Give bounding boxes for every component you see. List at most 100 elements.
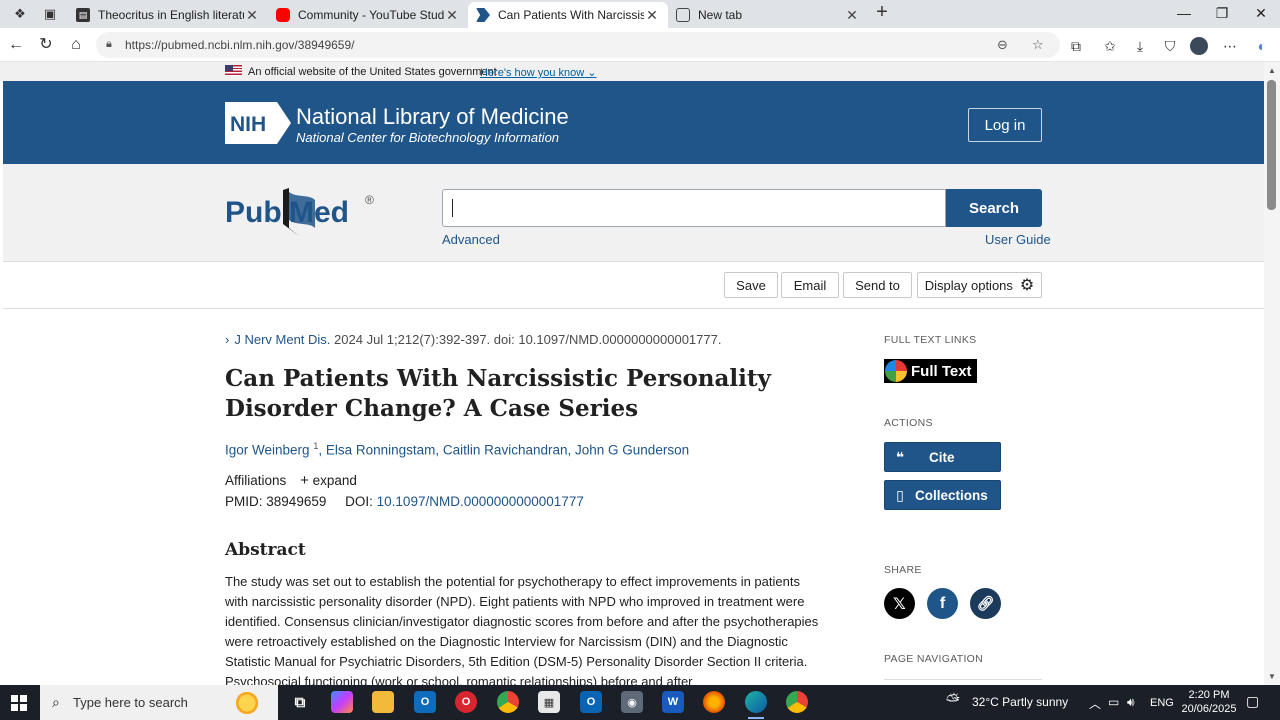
full-text-link-button[interactable]: Full Text	[884, 359, 977, 383]
word-icon[interactable]: W	[662, 691, 684, 713]
gear-icon: ⚙	[1019, 277, 1035, 294]
tab-youtube-studio[interactable]: Community - YouTube Studio ✕	[268, 2, 468, 28]
taskbar-search-box[interactable]: ⌕ Type here to search	[40, 685, 278, 720]
outlook-icon[interactable]: O	[414, 691, 436, 713]
us-flag-icon	[225, 65, 242, 76]
youtube-icon	[276, 8, 290, 22]
firefox-icon[interactable]	[703, 691, 725, 713]
downloads-icon[interactable]: ⤓	[1130, 36, 1150, 56]
lock-icon[interactable]: 🔒︎	[106, 38, 112, 51]
article-title: Can Patients With Narcissistic Personali…	[225, 365, 771, 422]
newtab-icon	[676, 8, 690, 22]
author-list: Igor Weinberg 1, Elsa Ronningstam, Caitl…	[225, 441, 690, 458]
close-window-icon[interactable]: ✕	[1251, 4, 1271, 24]
author-link[interactable]: Caitlin Ravichandran	[443, 443, 568, 458]
favorite-star-icon[interactable]: ☆	[1032, 37, 1044, 53]
author-link[interactable]: Elsa Ronningstam	[326, 443, 436, 458]
nih-logo-icon[interactable]: NIH	[225, 102, 291, 144]
svg-text:NIH: NIH	[230, 113, 266, 136]
author-link[interactable]: Igor Weinberg	[225, 443, 310, 458]
search-button[interactable]: Search	[946, 189, 1042, 227]
facebook-share-icon[interactable]: f	[927, 588, 958, 619]
minimize-icon[interactable]: —	[1174, 4, 1194, 24]
text-caret	[452, 199, 453, 217]
notifications-icon[interactable]: ▢	[1246, 693, 1259, 710]
close-tab-icon[interactable]: ✕	[444, 7, 460, 24]
page-scrollbar[interactable]: ▲ ▼	[1264, 62, 1280, 685]
expand-affiliations-button[interactable]: + expand	[290, 472, 357, 489]
close-tab-icon[interactable]: ✕	[644, 7, 660, 24]
refresh-icon[interactable]: ↻	[37, 36, 55, 54]
svg-text:Pub: Pub	[225, 196, 282, 229]
save-button[interactable]: Save	[724, 272, 778, 298]
active-app-indicator	[748, 717, 764, 719]
more-tools-icon[interactable]: ⊖	[997, 37, 1008, 53]
scroll-down-icon[interactable]: ▼	[1268, 672, 1276, 681]
edge-icon[interactable]	[745, 691, 767, 713]
browser-essentials-icon[interactable]: ⛉	[1160, 36, 1180, 56]
tab-pubmed-article[interactable]: Can Patients With Narcissistic Per ✕	[468, 2, 668, 28]
book-icon: ▤	[76, 8, 90, 22]
tab-actions-icon[interactable]: ▣	[41, 5, 59, 23]
gov-banner: An official website of the United States…	[0, 62, 1264, 81]
settings-more-icon[interactable]: ⋯	[1220, 36, 1240, 56]
close-tab-icon[interactable]: ✕	[844, 7, 860, 24]
home-icon[interactable]: ⌂	[67, 36, 85, 54]
battery-icon[interactable]: ▭	[1108, 695, 1119, 709]
workspaces-icon[interactable]: ❖	[11, 5, 29, 23]
favorites-icon[interactable]: ✩	[1100, 36, 1120, 56]
nlm-title: National Library of Medicine	[296, 104, 569, 129]
send-to-button[interactable]: Send to	[843, 272, 912, 298]
author-link[interactable]: John G Gunderson	[575, 443, 689, 458]
maximize-icon[interactable]: ❐	[1212, 4, 1232, 24]
scroll-up-icon[interactable]: ▲	[1268, 66, 1276, 75]
tab-new-tab[interactable]: New tab ✕	[668, 2, 868, 28]
weather-text[interactable]: 32°C Partly sunny	[972, 695, 1068, 709]
heres-how-you-know-link[interactable]: Here's how you know ⌄	[480, 66, 597, 79]
display-options-button[interactable]: Display options ⚙	[917, 272, 1042, 298]
hidden-icons-chevron-icon[interactable]: ︿	[1089, 695, 1101, 712]
url-field[interactable]: 🔒︎ https://pubmed.ncbi.nlm.nih.gov/38949…	[96, 32, 1060, 58]
scrollbar-thumb[interactable]	[1267, 80, 1276, 210]
email-button[interactable]: Email	[781, 272, 839, 298]
chrome-icon-2[interactable]	[786, 691, 808, 713]
doi-link[interactable]: 10.1097/NMD.0000000000001777	[377, 494, 584, 509]
extensions-icon[interactable]: ⧉	[1066, 36, 1086, 56]
opera-icon[interactable]: O	[455, 691, 477, 713]
advanced-search-link[interactable]: Advanced	[442, 232, 500, 247]
weather-icon[interactable]: ⛅︎	[946, 691, 960, 711]
search-highlight-icon	[234, 690, 260, 716]
login-button[interactable]: Log in	[968, 108, 1042, 142]
pmid-value: 38949659	[266, 494, 327, 509]
copy-link-icon[interactable]: 🔗︎	[970, 588, 1001, 619]
file-explorer-icon[interactable]	[372, 691, 394, 713]
back-arrow-icon[interactable]: ←	[7, 36, 25, 54]
camera-icon[interactable]: ◉	[621, 691, 643, 713]
tab-theocritus[interactable]: ▤ Theocritus in English literature : K ✕	[68, 2, 268, 28]
copilot-app-icon[interactable]	[331, 691, 353, 713]
affiliation-number[interactable]: 1	[313, 441, 318, 451]
user-guide-link[interactable]: User Guide	[985, 232, 1051, 247]
x-twitter-share-icon[interactable]: 𝕏	[884, 588, 915, 619]
language-indicator[interactable]: ENG	[1150, 697, 1174, 709]
task-view-icon[interactable]: ⧉	[289, 691, 311, 713]
chrome-icon[interactable]	[497, 691, 519, 713]
outlook-new-icon[interactable]: O	[580, 691, 602, 713]
profile-avatar[interactable]	[1190, 37, 1208, 55]
search-input[interactable]	[442, 189, 946, 227]
volume-icon[interactable]: 🔊︎	[1127, 695, 1135, 710]
pubmed-logo[interactable]: Pub Med ®	[225, 184, 385, 240]
taskbar-clock[interactable]: 2:20 PM 20/06/2025	[1176, 688, 1242, 716]
address-bar-row: ← ↻ ⌂ 🔒︎ https://pubmed.ncbi.nlm.nih.gov…	[0, 28, 1280, 62]
article-toolbar: Save Email Send to Display options ⚙	[3, 262, 1264, 309]
new-tab-plus-icon[interactable]: +	[872, 2, 892, 23]
chevron-right-icon[interactable]: ›	[225, 332, 229, 347]
microsoft-store-icon[interactable]: ▦	[538, 691, 560, 713]
windows-start-icon[interactable]	[11, 695, 27, 711]
close-tab-icon[interactable]: ✕	[244, 7, 260, 24]
copilot-icon[interactable]: ◐	[1252, 36, 1272, 56]
cite-button[interactable]: ❝ Cite	[884, 442, 1001, 472]
collections-button[interactable]: ▯ Collections	[884, 480, 1001, 510]
journal-link[interactable]: J Nerv Ment Dis.	[234, 332, 330, 347]
pubmed-icon	[476, 8, 490, 22]
